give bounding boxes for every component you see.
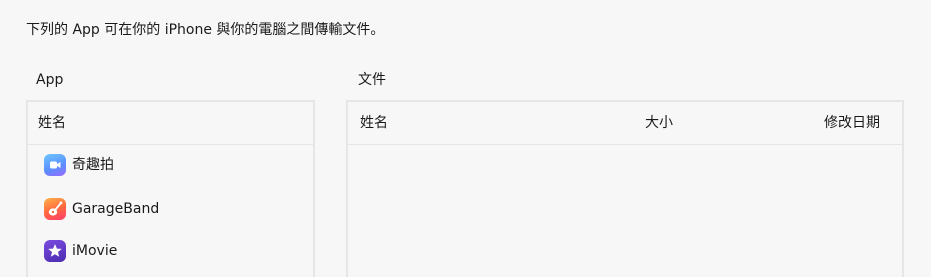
documents-name-column-header[interactable]: 姓名 [360, 102, 388, 144]
intro-text: 下列的 App 可在你的 iPhone 與你的電腦之間傳輸文件。 [26, 22, 385, 38]
app-item-label: GarageBand [72, 201, 160, 217]
garageband-icon [44, 198, 66, 220]
clips-icon [44, 154, 66, 176]
documents-date-column-header[interactable]: 修改日期 [824, 102, 880, 144]
apps-list-header: 姓名 [28, 102, 313, 145]
imovie-icon [44, 240, 66, 262]
app-item-clips[interactable]: 奇趣拍 [28, 144, 313, 188]
app-item-garageband[interactable]: GarageBand [28, 188, 313, 232]
apps-name-column-header[interactable]: 姓名 [38, 102, 66, 144]
file-sharing-view: 下列的 App 可在你的 iPhone 與你的電腦之間傳輸文件。 App 文件 … [0, 0, 931, 277]
documents-size-column-header[interactable]: 大小 [645, 102, 673, 144]
documents-list-header: 姓名 大小 修改日期 [348, 102, 902, 145]
apps-list: 姓名 奇趣拍 GarageBand iMovie [26, 100, 315, 277]
app-item-label: 奇趣拍 [72, 157, 114, 173]
app-item-label: iMovie [72, 243, 118, 259]
apps-section-label: App [36, 72, 64, 88]
app-item-imovie[interactable]: iMovie [28, 230, 313, 274]
documents-list: 姓名 大小 修改日期 [346, 100, 904, 277]
documents-section-label: 文件 [358, 72, 386, 88]
